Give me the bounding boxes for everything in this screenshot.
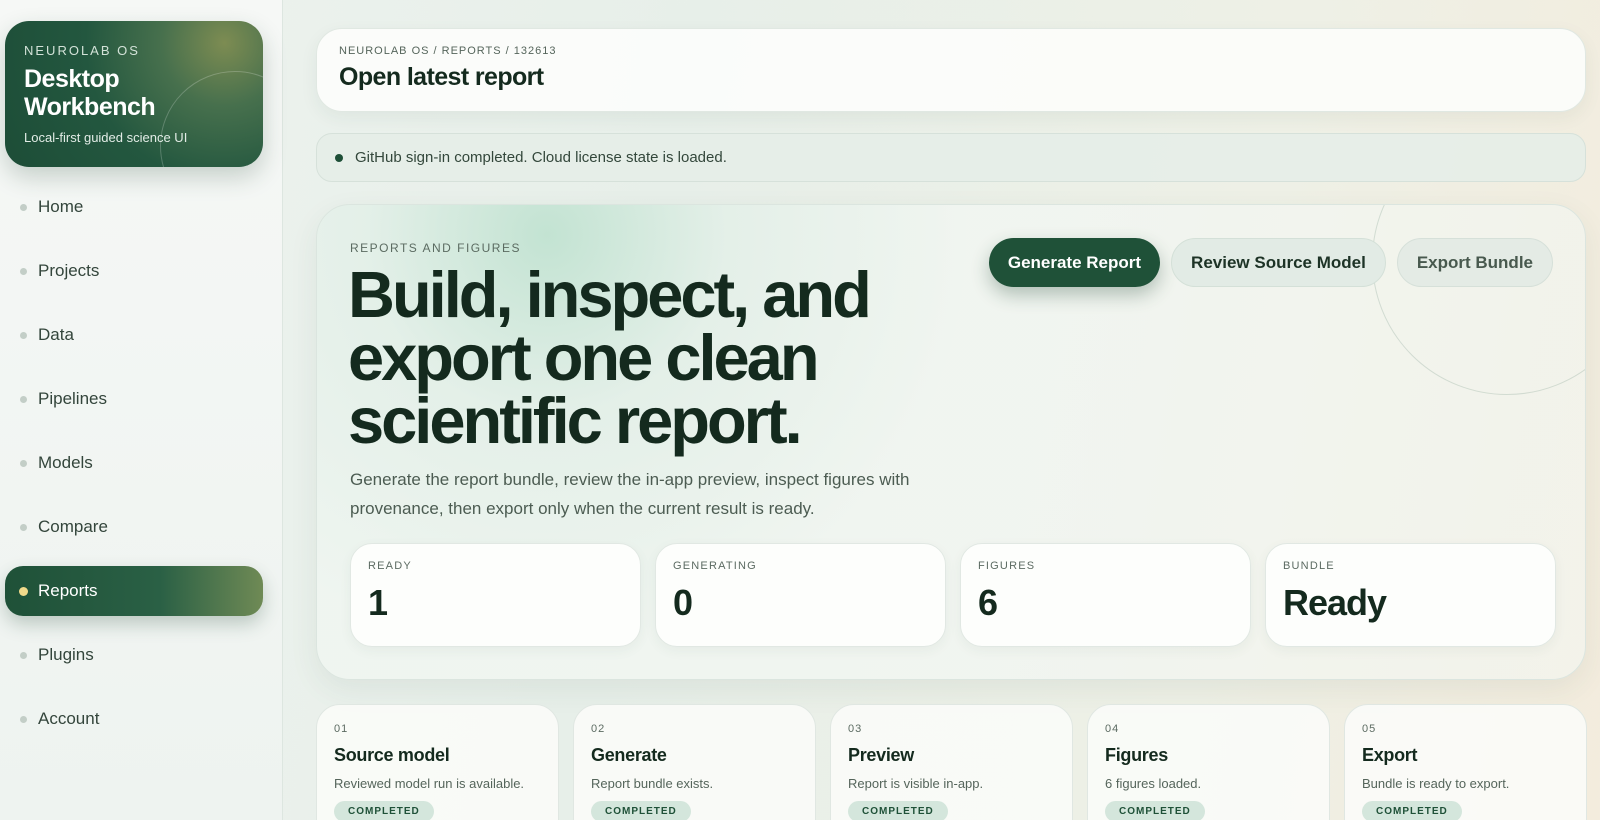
step-number: 04 (1105, 723, 1120, 735)
stat-label: GENERATING (673, 560, 757, 572)
status-message: GitHub sign-in completed. Cloud license … (355, 149, 727, 166)
brand-card: NEUROLAB OS Desktop Workbench Local-firs… (5, 21, 263, 167)
brand-eyebrow: NEUROLAB OS (24, 43, 140, 58)
generate-report-button[interactable]: Generate Report (988, 238, 1161, 287)
step-card-preview[interactable]: 03 Preview Report is visible in-app. COM… (830, 704, 1073, 820)
status-badge: COMPLETED (334, 801, 434, 820)
sidebar-item-label: Data (38, 325, 74, 344)
sidebar-item-projects[interactable]: Projects (5, 246, 263, 296)
sidebar-item-label: Account (38, 709, 100, 728)
workflow-steps: 01 Source model Reviewed model run is av… (316, 704, 1587, 820)
step-number: 02 (591, 723, 606, 735)
status-badge: COMPLETED (1105, 801, 1205, 820)
step-description: 6 figures loaded. (1105, 776, 1202, 791)
sidebar-item-data[interactable]: Data (5, 310, 263, 360)
stat-value: Ready (1283, 582, 1387, 623)
sidebar-item-label: Plugins (38, 645, 94, 664)
stat-card-generating: GENERATING 0 (655, 543, 946, 647)
stat-card-figures: FIGURES 6 (960, 543, 1251, 647)
status-badge: COMPLETED (848, 801, 948, 820)
step-description: Bundle is ready to export. (1362, 776, 1510, 791)
status-badge: COMPLETED (1362, 801, 1462, 820)
step-card-export[interactable]: 05 Export Bundle is ready to export. COM… (1344, 704, 1587, 820)
sidebar-item-label: Home (38, 197, 84, 216)
status-banner: GitHub sign-in completed. Cloud license … (316, 133, 1586, 182)
breadcrumb: NEUROLAB OS / REPORTS / 132613 (339, 45, 557, 57)
step-title: Source model (334, 745, 450, 765)
export-bundle-button[interactable]: Export Bundle (1396, 238, 1553, 287)
sidebar-item-label: Models (38, 453, 93, 472)
stat-value: 1 (368, 582, 388, 623)
hero-panel: REPORTS AND FIGURES Build, inspect, and … (316, 204, 1586, 680)
sidebar-item-reports[interactable]: Reports (5, 566, 263, 616)
sidebar-item-compare[interactable]: Compare (5, 502, 263, 552)
sidebar-item-account[interactable]: Account (5, 694, 263, 744)
nav-active-dot-icon (19, 586, 28, 596)
stat-label: BUNDLE (1283, 560, 1335, 572)
nav-dot-icon (20, 523, 27, 531)
sidebar-item-home[interactable]: Home (5, 182, 263, 232)
step-card-generate[interactable]: 02 Generate Report bundle exists. COMPLE… (573, 704, 816, 820)
step-card-source-model[interactable]: 01 Source model Reviewed model run is av… (316, 704, 559, 820)
sidebar-item-label: Reports (38, 581, 98, 600)
sidebar-item-label: Compare (38, 517, 108, 536)
step-description: Reviewed model run is available. (334, 776, 525, 791)
nav-dot-icon (20, 267, 27, 275)
step-title: Generate (591, 745, 667, 765)
hero-decor-ring (1372, 205, 1585, 395)
sidebar-item-pipelines[interactable]: Pipelines (5, 374, 263, 424)
sidebar: NEUROLAB OS Desktop Workbench Local-firs… (0, 0, 283, 820)
nav-dot-icon (20, 651, 27, 659)
status-dot-icon (335, 153, 343, 162)
page-header: NEUROLAB OS / REPORTS / 132613 Open late… (316, 28, 1586, 112)
nav-dot-icon (20, 715, 27, 723)
nav-dot-icon (20, 395, 27, 403)
hero-title: Build, inspect, and export one clean sci… (348, 258, 872, 457)
sidebar-item-plugins[interactable]: Plugins (5, 630, 263, 680)
page-title: Open latest report (339, 63, 544, 91)
nav-dot-icon (20, 203, 27, 211)
sidebar-item-models[interactable]: Models (5, 438, 263, 488)
stat-card-bundle: BUNDLE Ready (1265, 543, 1556, 647)
stat-value: 6 (978, 582, 998, 623)
sidebar-item-label: Pipelines (38, 389, 107, 408)
nav-dot-icon (20, 459, 27, 467)
stat-card-ready: READY 1 (350, 543, 641, 647)
sidebar-item-label: Projects (38, 261, 100, 280)
step-title: Figures (1105, 745, 1168, 765)
hero-eyebrow: REPORTS AND FIGURES (350, 241, 521, 255)
step-number: 01 (334, 723, 349, 735)
stat-value: 0 (673, 582, 693, 623)
step-description: Report bundle exists. (591, 776, 714, 791)
stats-row: READY 1 GENERATING 0 FIGURES 6 BUNDLE Re… (350, 543, 1556, 647)
step-title: Preview (848, 745, 914, 765)
step-card-figures[interactable]: 04 Figures 6 figures loaded. COMPLETED (1087, 704, 1330, 820)
stat-label: FIGURES (978, 560, 1036, 572)
step-number: 03 (848, 723, 863, 735)
stat-label: READY (368, 560, 412, 572)
review-source-model-button[interactable]: Review Source Model (1171, 238, 1386, 287)
step-title: Export (1362, 745, 1418, 765)
hero-actions: Generate Report Review Source Model Expo… (988, 238, 1553, 287)
hero-description: Generate the report bundle, review the i… (350, 470, 910, 518)
status-badge: COMPLETED (591, 801, 691, 820)
nav-dot-icon (20, 331, 27, 339)
step-number: 05 (1362, 723, 1377, 735)
step-description: Report is visible in-app. (848, 776, 984, 791)
